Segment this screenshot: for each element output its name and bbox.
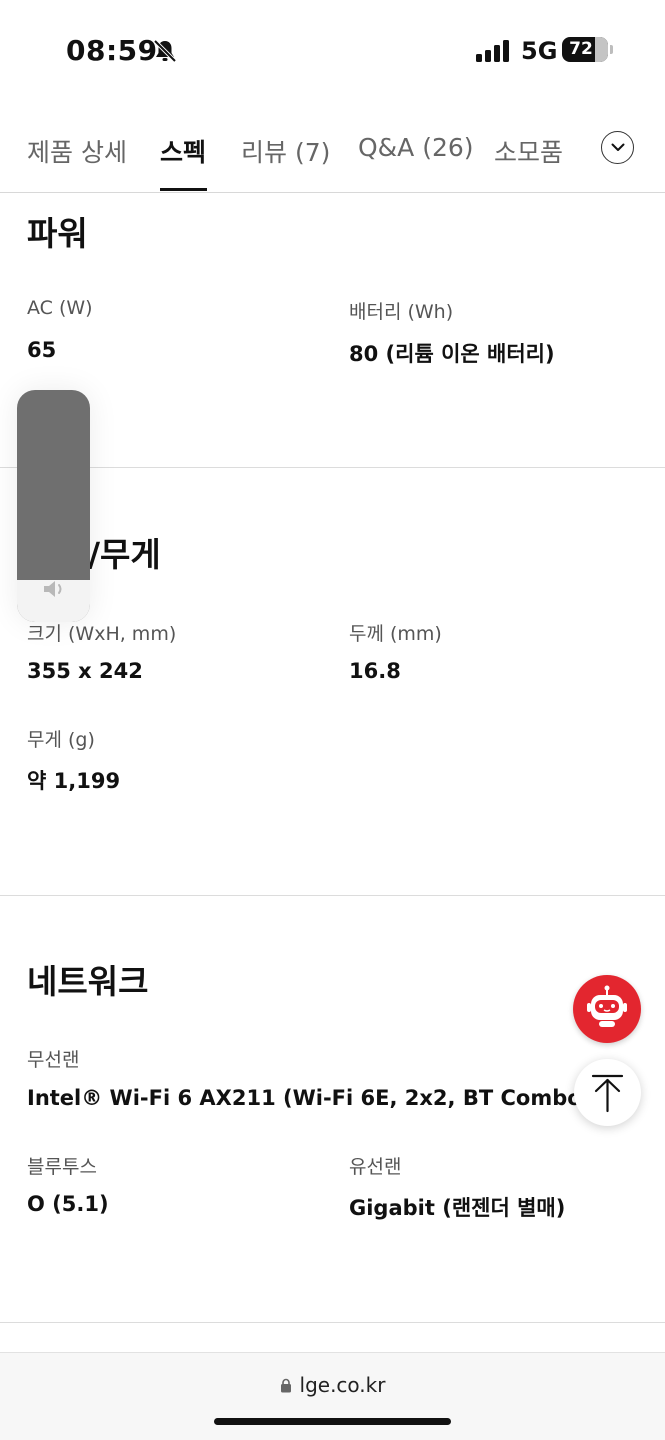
browser-address-bar[interactable]: lge.co.kr <box>0 1352 665 1440</box>
signal-icon <box>476 40 509 62</box>
spec-value-size: 355 x 242 <box>27 659 143 683</box>
section-title-power: 파워 <box>27 214 88 253</box>
spec-value-battery: 80 (리튬 이온 배터리) <box>349 342 555 366</box>
status-time: 08:59 <box>66 34 158 67</box>
spec-label-ac: AC (W) <box>27 297 93 319</box>
tab-qna[interactable]: Q&A (26) <box>358 133 474 162</box>
tab-more-button[interactable] <box>601 131 634 164</box>
section-divider <box>0 467 665 468</box>
section-title-network: 네트워크 <box>27 962 149 1001</box>
network-type: 5G <box>521 37 558 65</box>
address-url[interactable]: lge.co.kr <box>0 1373 665 1397</box>
tab-consumables[interactable]: 소모품 <box>494 133 563 169</box>
spec-value-wlan: Intel® Wi-Fi 6 AX211 (Wi-Fi 6E, 2x2, BT … <box>27 1086 592 1110</box>
active-tab-underline <box>160 188 207 191</box>
spec-label-lan: 유선랜 <box>349 1156 402 1178</box>
spec-value-weight: 약 1,199 <box>27 769 121 793</box>
bell-slash-icon <box>153 39 177 63</box>
spec-label-bluetooth: 블루투스 <box>27 1156 97 1178</box>
tab-spec[interactable]: 스펙 <box>160 133 206 169</box>
spec-label-size: 크기 (WxH, mm) <box>27 623 177 645</box>
status-bar: 08:59 5G 72 <box>0 0 665 100</box>
tab-product-detail[interactable]: 제품 상세 <box>27 133 127 169</box>
speaker-icon <box>44 581 62 597</box>
spec-value-lan: Gigabit (랜젠더 별매) <box>349 1196 566 1220</box>
chatbot-robot-icon <box>587 985 627 1027</box>
section-title-size-weight: /무게 <box>88 535 161 574</box>
spec-label-battery: 배터리 (Wh) <box>349 301 454 323</box>
spec-label-thickness: 두께 (mm) <box>349 623 442 645</box>
arrow-up-icon <box>591 1074 624 1113</box>
chatbot-button[interactable] <box>573 975 641 1043</box>
spec-value-ac: 65 <box>27 338 57 362</box>
spec-value-bluetooth: O (5.1) <box>27 1192 109 1216</box>
battery-cap <box>610 45 613 54</box>
tab-bar: 제품 상세 스펙 리뷰 (7) Q&A (26) 소모품 <box>0 118 665 193</box>
lock-icon <box>280 1378 291 1393</box>
section-divider <box>0 895 665 896</box>
scroll-to-top-button[interactable] <box>574 1059 641 1126</box>
home-indicator[interactable] <box>214 1418 451 1425</box>
chevron-down-icon <box>611 143 624 151</box>
battery-indicator: 72 <box>562 37 608 62</box>
volume-overlay <box>17 390 90 622</box>
spec-label-wlan: 무선랜 <box>27 1049 80 1071</box>
address-url-text: lge.co.kr <box>299 1373 386 1397</box>
tab-reviews[interactable]: 리뷰 (7) <box>241 133 330 169</box>
battery-text: 72 <box>569 39 593 59</box>
section-divider <box>0 1322 665 1323</box>
spec-value-thickness: 16.8 <box>349 659 401 683</box>
spec-label-weight: 무게 (g) <box>27 729 95 751</box>
